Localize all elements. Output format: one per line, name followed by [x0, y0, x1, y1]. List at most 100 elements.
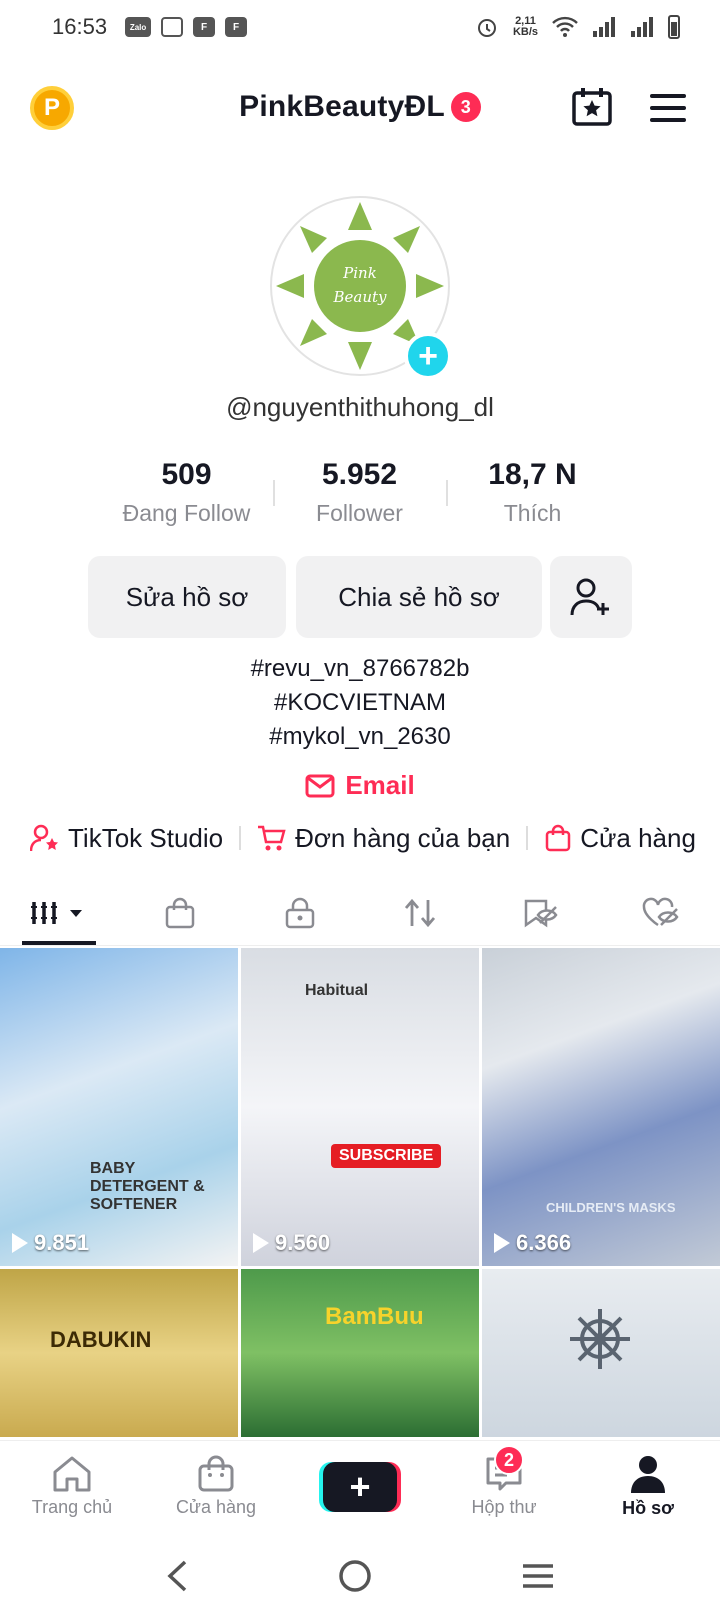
avatar-text: Pink [342, 264, 377, 282]
alarm-icon [477, 19, 496, 37]
profile-tabs [0, 880, 720, 946]
account-switcher[interactable]: PinkBeautyĐL 3 [0, 90, 720, 124]
video-thumbnail[interactable]: DABUKIN [0, 1269, 238, 1437]
shortcut-label: TikTok Studio [68, 822, 224, 853]
thumbnail-caption: BamBuu [325, 1303, 424, 1330]
add-user-icon [570, 578, 609, 616]
stat-value: 5.952 [321, 458, 398, 491]
view-count-value: 9.851 [34, 1230, 90, 1255]
ship-wheel-icon [570, 1309, 630, 1369]
email-link[interactable]: Email [0, 770, 720, 805]
nav-inbox[interactable]: Hộp thư 2 [432, 1441, 576, 1532]
avatar-text: Beauty [332, 288, 387, 306]
likes-stat[interactable]: 18,7 N Thích [446, 458, 619, 527]
bio-line: #revu_vn_8766782b [250, 655, 470, 682]
nav-label: Hộp thư [471, 1497, 537, 1517]
status-bar: 16:53 Zalo F F 2,11 KB/s [0, 0, 720, 54]
nav-label: Cửa hàng [175, 1497, 257, 1517]
nav-shop[interactable]: Cửa hàng [144, 1441, 288, 1532]
email-label: Email [345, 770, 415, 800]
profile-handle: @nguyenthithuhong_dl [226, 392, 494, 422]
facebook-icon: F [193, 17, 216, 37]
view-count: 6.366 [494, 1230, 571, 1256]
signal-icon [631, 17, 653, 37]
divider [526, 826, 529, 850]
stat-label: Follower [316, 500, 403, 526]
nav-create[interactable]: + [288, 1441, 432, 1532]
menu-icon[interactable] [650, 94, 686, 122]
following-stat[interactable]: 509 Đang Follow [100, 458, 273, 527]
battery-icon [668, 15, 680, 39]
bio-line: #mykol_vn_2630 [269, 723, 451, 750]
status-time: 16:53 [52, 14, 108, 39]
recents-icon[interactable] [521, 1562, 555, 1590]
profile-shortcuts: TikTok Studio Đơn hàng của bạn Cửa hàng [30, 818, 720, 858]
tab-videos[interactable] [0, 880, 120, 945]
thumbnail-caption: BABY DETERGENT & SOFTENER [90, 1160, 205, 1213]
shopping-bag-icon [198, 1455, 234, 1492]
view-count: 9.560 [253, 1230, 330, 1256]
shortcut-label: Đơn hàng của bạn [295, 822, 511, 853]
nav-label: Trang chủ [31, 1497, 113, 1517]
facebook-icon: F [225, 17, 248, 37]
shopping-bag-icon [545, 824, 571, 852]
profile-icon [631, 1456, 665, 1493]
bookmark-hidden-icon [524, 899, 558, 927]
thumbnail-caption: CHILDREN'S MASKS [546, 1200, 676, 1215]
video-thumbnail[interactable]: BABY DETERGENT & SOFTENER 9.851 [0, 948, 238, 1266]
view-count-value: 9.560 [275, 1230, 331, 1255]
shortcut-shop[interactable]: Cửa hàng [544, 823, 696, 854]
profile-bio: #revu_vn_8766782b #KOCVIETNAM #mykol_vn_… [0, 652, 720, 754]
edit-profile-button[interactable]: Sửa hồ sơ [88, 556, 286, 638]
repost-icon [404, 898, 436, 927]
tab-liked[interactable] [600, 880, 720, 945]
back-icon[interactable] [165, 1559, 189, 1593]
tab-favorites[interactable] [480, 880, 600, 945]
nav-label: Hồ sơ [622, 1498, 674, 1518]
shortcut-tiktok-studio[interactable]: TikTok Studio [30, 823, 223, 854]
notification-icons: Zalo F F [125, 17, 248, 37]
subscribe-overlay: SUBSCRIBE [331, 1144, 442, 1168]
bio-line: #KOCVIETNAM [273, 689, 447, 716]
thumbnail-caption: DABUKIN [50, 1327, 152, 1352]
video-thumbnail[interactable]: CHILDREN'S MASKS 6.366 [482, 948, 720, 1266]
grid-columns-icon [31, 901, 82, 924]
user-star-icon [30, 824, 58, 852]
profile-header: P PinkBeautyĐL 3 [0, 82, 720, 138]
stat-label: Đang Follow [122, 500, 251, 526]
shortcut-orders[interactable]: Đơn hàng của bạn [257, 823, 510, 854]
tab-private[interactable] [240, 880, 360, 945]
stat-label: Thích [503, 500, 562, 526]
view-count: 9.851 [12, 1230, 89, 1256]
divider [239, 826, 242, 850]
play-icon [253, 1233, 269, 1253]
nav-home[interactable]: Trang chủ [0, 1441, 144, 1532]
followers-stat[interactable]: 5.952 Follower [273, 458, 446, 527]
thumbnail-brand: Habitual [305, 982, 369, 999]
tab-reposts[interactable] [360, 880, 480, 945]
video-thumbnail[interactable]: BamBuu [241, 1269, 479, 1437]
home-circle-icon[interactable] [338, 1559, 372, 1593]
calendar-star-icon[interactable] [572, 88, 612, 126]
add-avatar-button[interactable]: + [404, 332, 452, 380]
profile-stats: 509 Đang Follow 5.952 Follower 18,7 N Th… [100, 458, 620, 527]
system-navigation [0, 1540, 720, 1612]
create-button[interactable]: + [323, 1461, 397, 1512]
shopping-bag-icon [165, 897, 195, 928]
add-friend-button[interactable] [550, 556, 632, 638]
mail-icon [305, 774, 335, 797]
bottom-navigation: Trang chủ Cửa hàng + Hộp thư 2 Hồ sơ [0, 1440, 720, 1532]
nav-profile[interactable]: Hồ sơ [576, 1441, 720, 1532]
stat-value: 509 [161, 458, 212, 491]
cart-icon [258, 825, 286, 851]
play-icon [494, 1233, 510, 1253]
video-thumbnail[interactable]: Habitual SUBSCRIBE 9.560 [241, 948, 479, 1266]
chat-icon [161, 17, 184, 37]
tab-shop[interactable] [120, 880, 240, 945]
wifi-icon [552, 16, 578, 37]
video-thumbnail[interactable] [482, 1269, 720, 1437]
stat-value: 18,7 N [488, 458, 577, 491]
share-profile-button[interactable]: Chia sẻ hồ sơ [296, 556, 542, 638]
shortcut-label: Cửa hàng [580, 822, 696, 853]
view-count-value: 6.366 [516, 1230, 572, 1255]
